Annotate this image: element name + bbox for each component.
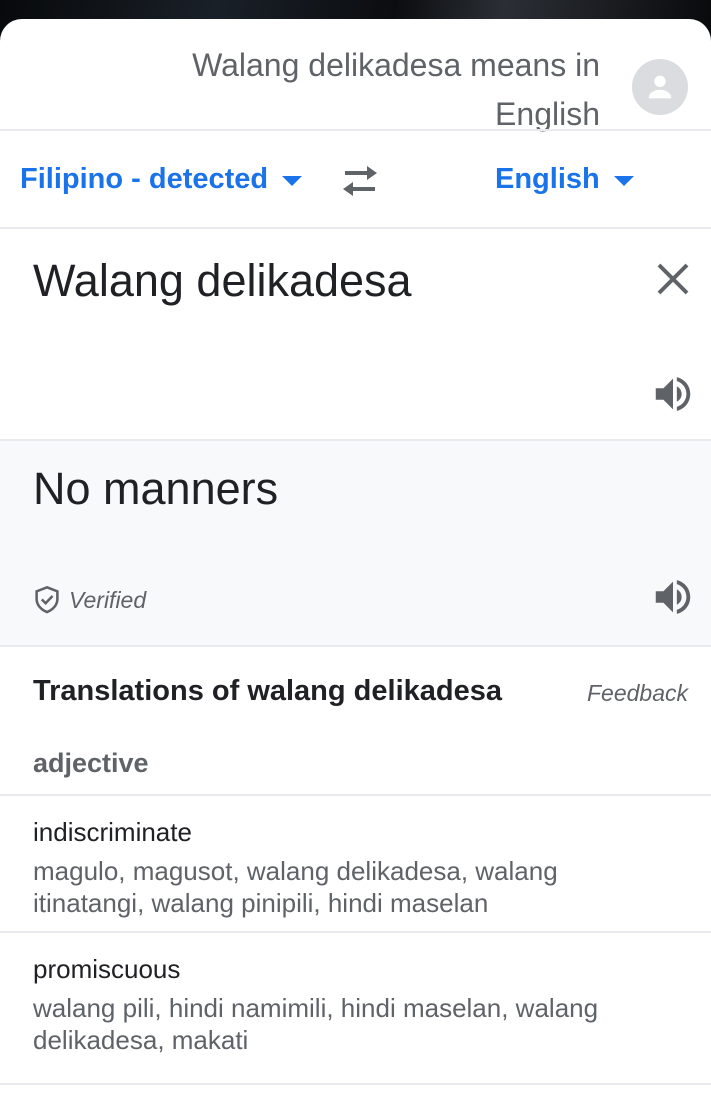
verified-badge: Verified [33,585,146,615]
translation-result-text: No manners [33,463,279,514]
person-icon [648,75,672,99]
divider [0,129,711,131]
close-icon[interactable] [651,257,695,301]
query-title: Walang delikadesa means in English [192,47,600,132]
account-avatar-icon[interactable] [632,59,688,115]
target-language-selector[interactable]: English [495,159,634,199]
translations-heading: Translations of walang delikadesa [33,675,502,707]
divider [0,645,711,647]
verified-label: Verified [69,586,147,613]
divider [0,1083,711,1085]
source-text-input[interactable]: Walang delikadesa [33,251,412,311]
chevron-down-icon [613,176,634,186]
chevron-down-icon [282,176,303,186]
swap-arrows-icon[interactable] [337,161,383,201]
translation-entry-word: promiscuous [33,954,181,984]
source-language-label: Filipino - detected [20,163,269,195]
speaker-icon[interactable] [650,574,696,620]
shield-check-icon [35,585,59,614]
divider [0,227,711,229]
feedback-link[interactable]: Feedback [587,680,688,707]
target-language-label: English [495,163,600,195]
divider [0,931,711,933]
source-language-selector[interactable]: Filipino - detected [20,159,303,199]
part-of-speech-label: adjective [33,748,149,778]
speaker-icon[interactable] [650,371,696,417]
translation-entry-word: indiscriminate [33,817,192,847]
translate-card: Walang delikadesa means in English Filip… [0,19,711,1110]
divider [0,794,711,796]
translation-entry-synonyms: walang pili, hindi namimili, hindi masel… [33,993,599,1055]
translation-entry-synonyms: magulo, magusot, walang delikadesa, wala… [33,856,558,918]
